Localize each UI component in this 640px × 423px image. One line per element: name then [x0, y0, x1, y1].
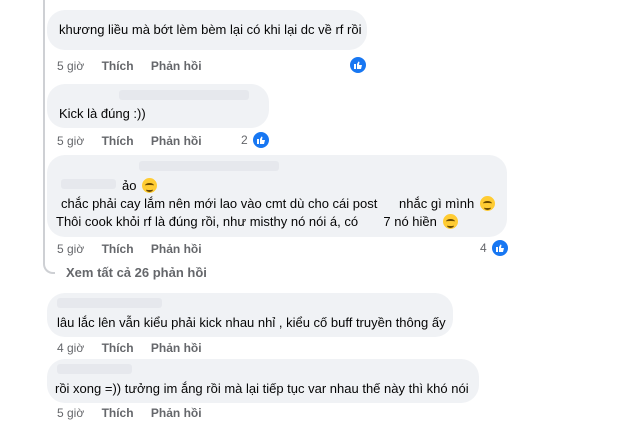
comment-actions: 5 giờ Thích Phản hồi	[57, 406, 216, 420]
comment-actions: 5 giờ Thích Phản hồi	[57, 134, 216, 148]
reply-button[interactable]: Phản hồi	[151, 59, 202, 73]
comment-actions: 4 giờ Thích Phản hồi	[57, 341, 216, 355]
reply-button[interactable]: Phản hồi	[151, 341, 202, 355]
comment-bubble: Kick là đúng :))	[47, 84, 269, 128]
reply-button[interactable]: Phản hồi	[151, 406, 202, 420]
comment-text: rồi xong =)) tưởng im ắng rồi mà lại tiế…	[55, 381, 469, 396]
smiling-face-icon	[479, 196, 495, 211]
reaction-summary[interactable]: 2	[241, 130, 271, 150]
comment-text: khương liều mà bớt lèm bèm lại có khi lạ…	[59, 22, 362, 37]
reaction-summary[interactable]: 4	[480, 238, 510, 258]
comment-actions: 5 giờ Thích Phản hồi	[57, 59, 216, 73]
comment-time[interactable]: 5 giờ	[57, 59, 84, 73]
thread-curve	[43, 262, 55, 274]
comment-bubble: khương liều mà bớt lèm bèm lại có khi lạ…	[47, 10, 367, 50]
comment-text: Thôi cook khỏi rf là đúng rồi, như misth…	[56, 213, 460, 231]
comment-time[interactable]: 5 giờ	[57, 134, 84, 148]
reaction-count: 4	[480, 241, 487, 255]
comment-bubble: rồi xong =)) tưởng im ắng rồi mà lại tiế…	[47, 359, 479, 403]
comment-actions: 5 giờ Thích Phản hồi	[57, 242, 216, 256]
like-button[interactable]: Thích	[102, 242, 134, 256]
comment-time[interactable]: 5 giờ	[57, 406, 84, 420]
smiling-face-icon	[442, 214, 458, 229]
redacted-name	[57, 298, 162, 308]
comment-bubble: ảo chắc phải cay lắm nên mới lao vào cmt…	[47, 155, 507, 237]
comment-text: ảo	[122, 177, 159, 195]
redacted-name	[139, 161, 279, 171]
like-icon	[250, 130, 271, 150]
comment-text: chắc phải cay lắm nên mới lao vào cmt dù…	[61, 195, 497, 213]
thread-line	[43, 0, 45, 262]
like-button[interactable]: Thích	[102, 406, 134, 420]
like-icon	[348, 55, 368, 75]
comment-time[interactable]: 4 giờ	[57, 341, 84, 355]
redacted-name	[61, 179, 116, 189]
comment-bubble: lâu lắc lên vẫn kiểu phải kick nhau nhỉ …	[47, 293, 453, 337]
like-button[interactable]: Thích	[102, 134, 134, 148]
smiling-face-icon	[142, 178, 158, 193]
reply-button[interactable]: Phản hồi	[151, 242, 202, 256]
comment-text: Kick là đúng :))	[59, 106, 146, 121]
comment-text: lâu lắc lên vẫn kiểu phải kick nhau nhỉ …	[57, 315, 446, 330]
like-button[interactable]: Thích	[102, 59, 134, 73]
redacted-name	[57, 364, 132, 374]
comment-time[interactable]: 5 giờ	[57, 242, 84, 256]
reaction-count: 2	[241, 133, 248, 147]
redacted-name	[119, 90, 249, 100]
reply-button[interactable]: Phản hồi	[151, 134, 202, 148]
view-more-replies[interactable]: Xem tất cả 26 phản hồi	[66, 265, 207, 280]
like-button[interactable]: Thích	[102, 341, 134, 355]
like-icon	[489, 238, 510, 258]
reaction-summary[interactable]	[348, 55, 368, 75]
